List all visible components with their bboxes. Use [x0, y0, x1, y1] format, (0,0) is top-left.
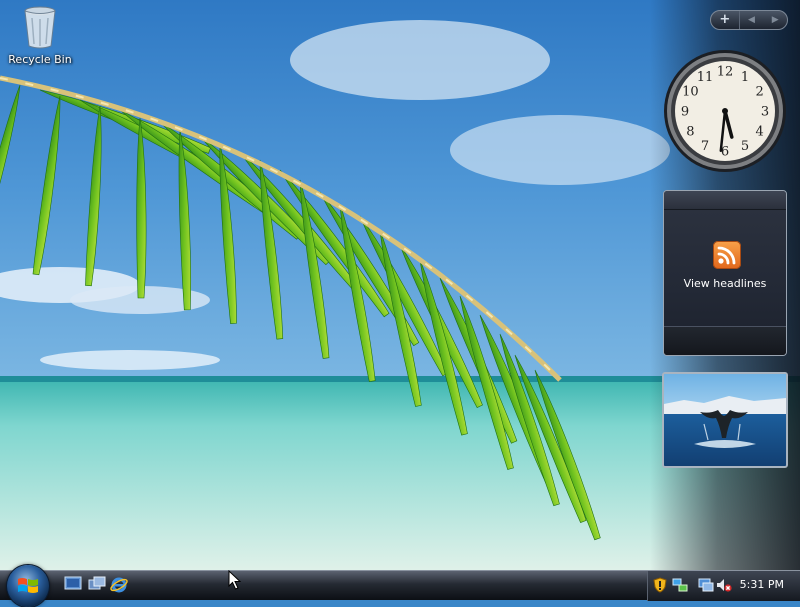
clock-numeral-7: 7	[701, 139, 709, 154]
taskbar: 5:31 PM	[0, 565, 800, 607]
next-page-button[interactable]: ▶	[763, 11, 787, 29]
sidebar-controls: + ◀ ▶	[710, 10, 788, 30]
windows-logo-icon	[18, 578, 38, 593]
volume-muted-icon[interactable]	[716, 577, 732, 593]
start-button[interactable]	[7, 565, 49, 607]
previous-page-button[interactable]: ◀	[740, 11, 764, 29]
internet-explorer-icon[interactable]	[110, 576, 130, 594]
clock-numeral-3: 3	[761, 105, 769, 120]
mouse-cursor-icon	[228, 570, 242, 590]
show-desktop-icon[interactable]	[64, 576, 84, 594]
clock-gadget[interactable]: 1 2 3 4 5 6 7 8 9 10 11 12	[662, 48, 788, 174]
view-headlines-link[interactable]: View headlines	[664, 277, 786, 290]
network-icon[interactable]	[672, 577, 688, 593]
clock-numeral-4: 4	[755, 125, 763, 140]
switch-windows-icon[interactable]	[88, 576, 108, 594]
security-shield-icon[interactable]	[652, 577, 668, 593]
taskbar-clock[interactable]: 5:31 PM	[740, 578, 784, 591]
clock-numeral-5: 5	[741, 139, 749, 154]
clock-numeral-9: 9	[681, 105, 689, 120]
clock-numeral-11: 11	[697, 70, 714, 85]
add-gadget-button[interactable]: +	[711, 11, 740, 29]
clock-numeral-10: 10	[682, 85, 699, 100]
recycle-bin-shortcut[interactable]: Recycle Bin	[4, 4, 76, 66]
whale-tail-photo	[664, 374, 786, 466]
clock-numeral-8: 8	[686, 125, 694, 140]
clock-numeral-1: 1	[741, 70, 749, 85]
recycle-bin-label: Recycle Bin	[8, 53, 72, 66]
notification-area: 5:31 PM	[647, 571, 800, 601]
rss-feed-icon	[713, 241, 741, 269]
display-icon[interactable]	[698, 577, 714, 593]
clock-numeral-12: 12	[717, 65, 734, 80]
feed-gadget-header	[664, 191, 786, 210]
slideshow-gadget[interactable]	[662, 372, 788, 468]
recycle-bin-icon	[20, 4, 60, 50]
feed-headlines-gadget[interactable]: View headlines	[663, 190, 787, 356]
feed-gadget-footer	[664, 326, 786, 355]
clock-numeral-2: 2	[755, 85, 763, 100]
